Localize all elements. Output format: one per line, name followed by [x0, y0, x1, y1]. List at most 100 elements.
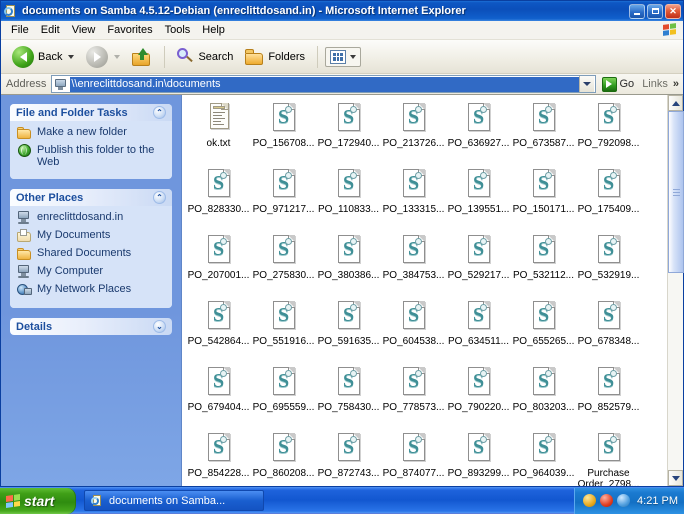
file-item[interactable]: SPO_139551...	[446, 165, 511, 229]
scrollbar-thumb[interactable]	[668, 111, 684, 273]
file-item[interactable]: SPO_893299...	[446, 429, 511, 486]
file-item[interactable]: SPO_964039...	[511, 429, 576, 486]
panel-header[interactable]: Other Places ⌃	[10, 189, 172, 206]
sidebar-item-shared-documents[interactable]: Shared Documents	[17, 247, 165, 261]
file-item[interactable]: SPO_150171...	[511, 165, 576, 229]
chevron-up-icon[interactable]: ⌃	[153, 191, 166, 204]
menu-item-help[interactable]: Help	[196, 23, 231, 37]
file-item[interactable]: SPO_790220...	[446, 363, 511, 427]
chevron-down-icon[interactable]	[68, 55, 74, 59]
alert-icon[interactable]	[600, 494, 613, 507]
my-documents-icon	[17, 229, 32, 243]
chevron-down-icon	[583, 82, 591, 86]
file-item[interactable]: SPO_110833...	[316, 165, 381, 229]
file-item-label: PO_139551...	[447, 204, 511, 215]
minimize-button[interactable]	[629, 4, 645, 19]
menu-item-favorites[interactable]: Favorites	[101, 23, 158, 37]
file-item[interactable]: SPO_604538...	[381, 297, 446, 361]
search-button-label: Search	[198, 51, 233, 63]
file-item[interactable]: SPO_828330...	[186, 165, 251, 229]
address-input[interactable]: \\enreclittdosand.in\documents	[51, 75, 595, 93]
sidebar-item-label: Publish this folder to the Web	[37, 144, 165, 168]
sidebar-item-my-documents[interactable]: My Documents	[17, 229, 165, 243]
file-item[interactable]: SPO_758430...	[316, 363, 381, 427]
file-item[interactable]: SPO_695559...	[251, 363, 316, 427]
file-item[interactable]: SPO_542864...	[186, 297, 251, 361]
system-tray: 4:21 PM	[574, 488, 684, 514]
menu-item-file[interactable]: File	[5, 23, 35, 37]
file-item[interactable]: SPO_133315...	[381, 165, 446, 229]
scroll-down-icon[interactable]	[668, 470, 683, 486]
file-item[interactable]: SPO_384753...	[381, 231, 446, 295]
file-item[interactable]: SPO_207001...	[186, 231, 251, 295]
restore-button[interactable]	[647, 4, 663, 19]
file-item[interactable]: SPO_156708...	[251, 99, 316, 163]
file-item[interactable]: SPO_874077...	[381, 429, 446, 486]
file-item[interactable]: SPO_655265...	[511, 297, 576, 361]
file-item[interactable]: SPO_971217...	[251, 165, 316, 229]
security-shield-icon[interactable]	[583, 494, 596, 507]
file-item[interactable]: SPO_213726...	[381, 99, 446, 163]
chevron-up-icon[interactable]: ⌃	[153, 106, 166, 119]
menu-item-tools[interactable]: Tools	[159, 23, 197, 37]
menu-item-view[interactable]: View	[66, 23, 102, 37]
links-button[interactable]: Links	[640, 78, 670, 90]
scrollbar-track[interactable]	[668, 111, 683, 470]
file-item[interactable]: SPO_636927...	[446, 99, 511, 163]
sidebar-item-my-network-places[interactable]: My Network Places	[17, 283, 165, 297]
double-chevron-icon[interactable]: »	[673, 78, 681, 90]
script-file-icon: S	[464, 366, 494, 400]
file-item[interactable]: SPO_529217...	[446, 231, 511, 295]
file-item[interactable]: SPO_532112...	[511, 231, 576, 295]
address-input-value[interactable]: \\enreclittdosand.in\documents	[70, 77, 578, 92]
sidebar-item-make-new-folder[interactable]: Make a new folder	[17, 126, 165, 140]
sidebar-item-my-computer[interactable]: My Computer	[17, 265, 165, 279]
chevron-down-icon[interactable]	[350, 55, 356, 59]
file-item[interactable]: SPurchase Order_2798...	[576, 429, 641, 486]
close-button[interactable]: ✕	[665, 4, 681, 19]
file-item[interactable]: SPO_792098...	[576, 99, 641, 163]
file-item[interactable]: SPO_591635...	[316, 297, 381, 361]
file-item[interactable]: SPO_275830...	[251, 231, 316, 295]
start-button[interactable]: start	[0, 488, 76, 514]
up-one-level-icon	[132, 48, 152, 66]
file-item[interactable]: SPO_172940...	[316, 99, 381, 163]
file-item[interactable]: SPO_860208...	[251, 429, 316, 486]
panel-header[interactable]: Details ⌄	[10, 318, 172, 335]
views-button[interactable]	[325, 47, 361, 67]
file-item[interactable]: SPO_634511...	[446, 297, 511, 361]
file-item[interactable]: SPO_380386...	[316, 231, 381, 295]
file-item[interactable]: SPO_673587...	[511, 99, 576, 163]
sidebar-item-enreclittdosand[interactable]: enreclittdosand.in	[17, 211, 165, 225]
start-button-label: start	[24, 493, 54, 509]
file-item-label: PO_532112...	[512, 270, 576, 281]
folders-button[interactable]: Folders	[240, 46, 310, 68]
scroll-up-icon[interactable]	[668, 95, 683, 111]
back-button[interactable]: Back	[7, 43, 79, 71]
file-item[interactable]: ok.txt	[186, 99, 251, 163]
search-button[interactable]: Search	[172, 45, 238, 68]
file-item[interactable]: SPO_551916...	[251, 297, 316, 361]
window-title: documents on Samba 4.5.12-Debian (enrecl…	[22, 5, 629, 17]
panel-header[interactable]: File and Folder Tasks ⌃	[10, 104, 172, 121]
vertical-scrollbar[interactable]	[667, 95, 683, 486]
forward-button[interactable]	[81, 43, 125, 71]
address-dropdown-button[interactable]	[579, 76, 594, 92]
chevron-down-icon[interactable]: ⌄	[153, 320, 166, 333]
file-item[interactable]: SPO_778573...	[381, 363, 446, 427]
up-button[interactable]	[127, 45, 157, 69]
file-item[interactable]: SPO_678348...	[576, 297, 641, 361]
network-icon[interactable]	[617, 494, 630, 507]
sidebar-item-publish-folder[interactable]: Publish this folder to the Web	[17, 144, 165, 168]
file-item[interactable]: SPO_854228...	[186, 429, 251, 486]
file-item[interactable]: SPO_852579...	[576, 363, 641, 427]
go-button[interactable]: Go	[599, 77, 638, 92]
file-item[interactable]: SPO_175409...	[576, 165, 641, 229]
menu-item-edit[interactable]: Edit	[35, 23, 66, 37]
file-item[interactable]: SPO_532919...	[576, 231, 641, 295]
file-item[interactable]: SPO_803203...	[511, 363, 576, 427]
system-clock[interactable]: 4:21 PM	[634, 495, 678, 507]
file-item[interactable]: SPO_872743...	[316, 429, 381, 486]
file-item[interactable]: SPO_679404...	[186, 363, 251, 427]
taskbar-item-explorer[interactable]: documents on Samba...	[84, 490, 264, 511]
